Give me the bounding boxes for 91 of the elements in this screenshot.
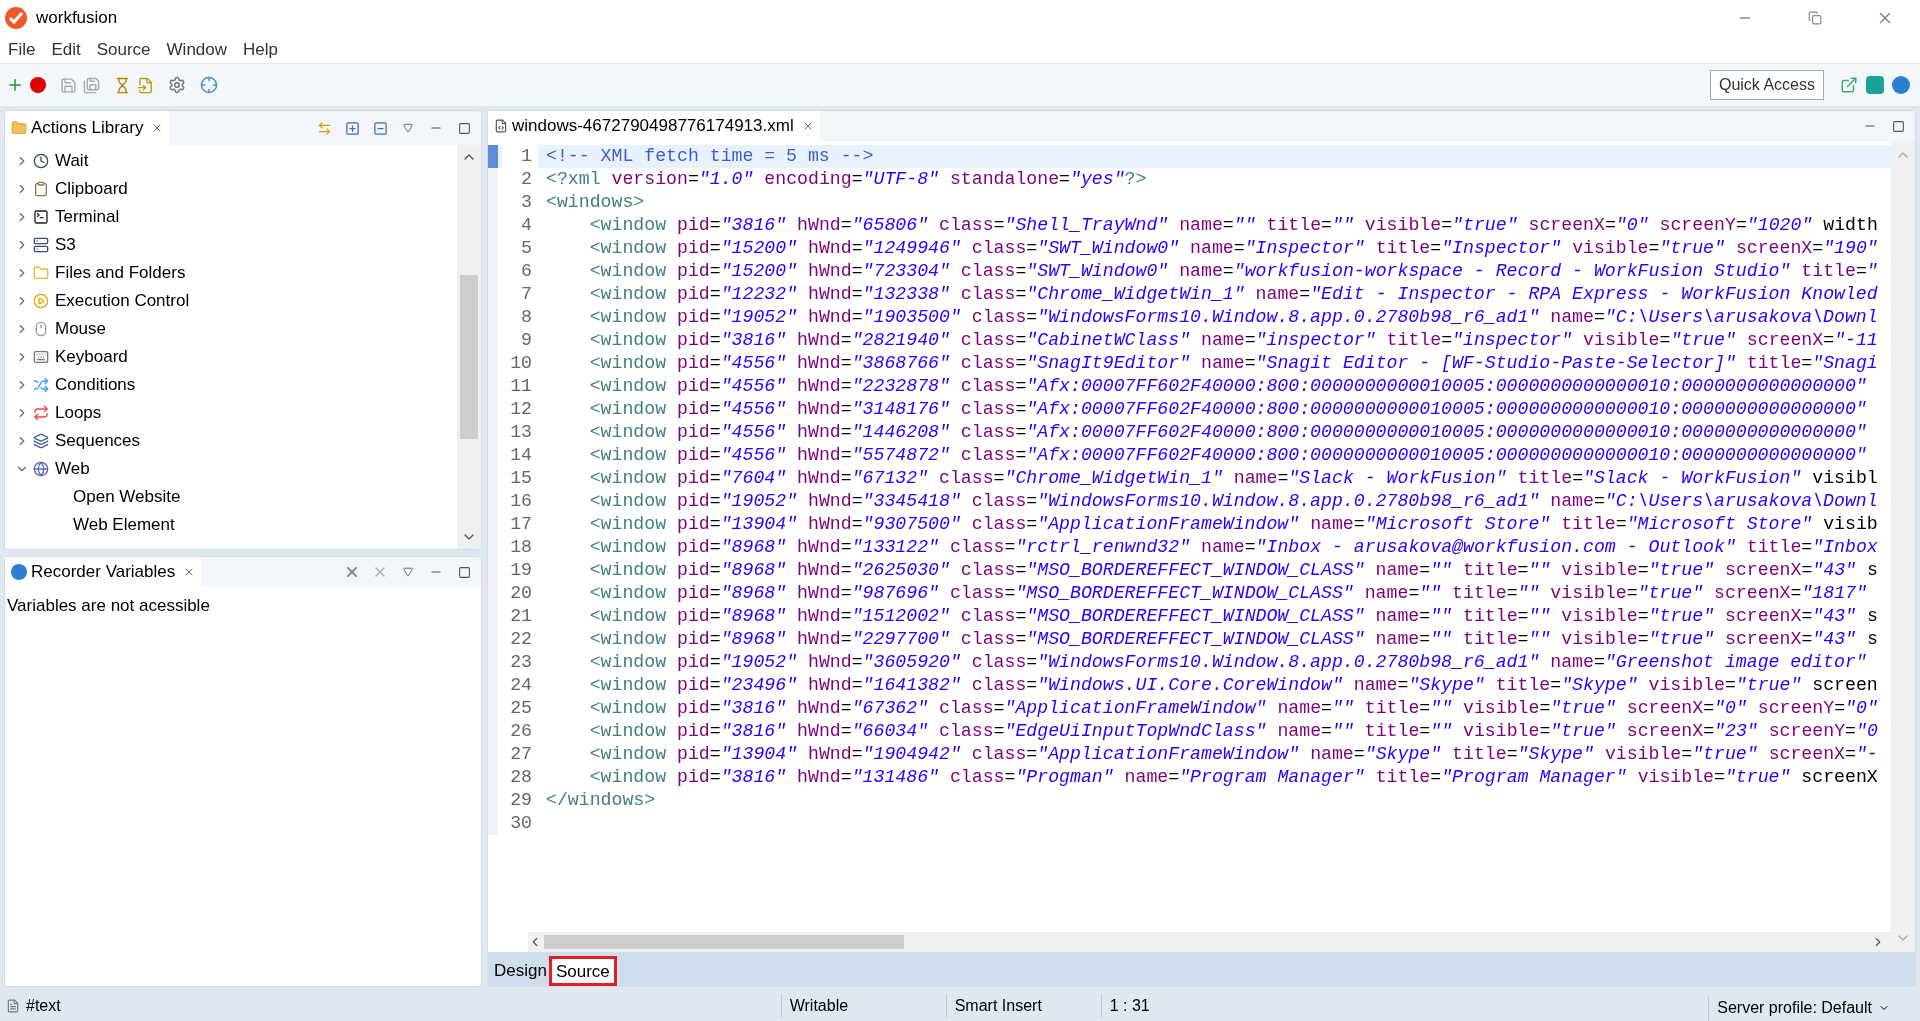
- code-line: <window pid="3816" hWnd="2821940" class="CabinetWClass" name="inspector" title="inspector" visible="true" screenX="-11: [588, 329, 1878, 352]
- record-icon[interactable]: [30, 77, 46, 93]
- tree-item[interactable]: Loops: [55, 400, 102, 426]
- code-line: <window pid="3816" hWnd="65806" class="Shell_TrayWnd" name="" title="" visible="true" screenX="0" screenY="1020" width: [588, 214, 1878, 237]
- menu-item[interactable]: Window: [166, 36, 228, 63]
- tree-item[interactable]: S3: [55, 232, 76, 258]
- code-line: <windows>: [545, 191, 645, 214]
- code-line: <window pid="13904" hWnd="9307500" class="ApplicationFrameWindow" name="Microsoft Store" title="Microsoft Store" visib: [588, 513, 1878, 536]
- expand-all-icon[interactable]: [343, 119, 361, 137]
- server-icon: [33, 237, 49, 253]
- tree-item[interactable]: Terminal: [55, 204, 120, 230]
- shuffle-icon: [33, 377, 49, 393]
- empty-message: Variables are not acessible: [7, 596, 210, 615]
- code-line: <window pid="4556" hWnd="1446208" class="Afx:00007FF602F40000:800:0000000000010005:0000000000000010:0000000000000000": [588, 421, 1867, 444]
- code-line: <window pid="19052" hWnd="3605920" class="WindowsForms10.Window.8.app.0.2780b98_r6_ad1" name="Greenshot image editor": [588, 651, 1867, 674]
- tree-item[interactable]: Web: [55, 456, 90, 482]
- app-logo: [4, 6, 28, 30]
- code-line: <window pid="19052" hWnd="3345418" class="WindowsForms10.Window.8.app.0.2780b98_r6_ad1" name="C:\Users\arusakova\Downl: [588, 490, 1878, 513]
- status-mode: Writable: [780, 994, 946, 1018]
- loop-icon: [33, 405, 49, 421]
- code-line: <window pid="4556" hWnd="3148176" class="Afx:00007FF602F40000:800:0000000000010005:0000000000000010:0000000000000000": [588, 398, 1867, 421]
- settings-icon[interactable]: [168, 76, 186, 94]
- tree-item[interactable]: Files and Folders: [55, 260, 186, 286]
- import-icon[interactable]: [137, 76, 154, 94]
- save-all-icon[interactable]: [83, 76, 100, 94]
- menu-item[interactable]: Edit: [51, 36, 81, 63]
- code-line: <window pid="4556" hWnd="5574872" class="Afx:00007FF602F40000:800:0000000000010005:0000000000000010:0000000000000000": [588, 444, 1867, 467]
- open-perspective-icon[interactable]: [1840, 76, 1858, 94]
- code-line: <window pid="19052" hWnd="1903500" class="WindowsForms10.Window.8.app.0.2780b98_r6_ad1" name="C:\Users\arusakova\Downl: [588, 306, 1878, 329]
- keyboard-icon: [33, 349, 49, 365]
- collapse-all-icon[interactable]: [371, 119, 389, 137]
- code-line: <?xml version="1.0" encoding="UTF-8" standalone="yes"?>: [545, 168, 1147, 191]
- tree-item[interactable]: Clipboard: [55, 176, 128, 202]
- target-icon[interactable]: [200, 76, 218, 94]
- folder-icon: [33, 265, 49, 281]
- menu-item[interactable]: Source: [96, 36, 151, 63]
- code-line: <window pid="3816" hWnd="131486" class="Progman" name="Program Manager" title="Program Manager" visible="true" screenX: [588, 766, 1878, 789]
- scrollbar[interactable]: [457, 145, 481, 549]
- editor-mode-tab[interactable]: Source: [548, 956, 617, 986]
- code-line: <window pid="8968" hWnd="2625030" class="MSO_BORDEREFFECT_WINDOW_CLASS" name="" title="" visible="true" screenX="43" s: [588, 559, 1878, 582]
- status-insert-mode: Smart Insert: [945, 994, 1101, 1018]
- variable-icon: [11, 564, 27, 580]
- terminal-icon: [33, 209, 49, 225]
- code-line: <window pid="8968" hWnd="1512002" class="MSO_BORDEREFFECT_WINDOW_CLASS" name="" title="" visible="true" screenX="43" s: [588, 605, 1878, 628]
- perspective-icon[interactable]: [1866, 76, 1884, 94]
- code-line: <window pid="4556" hWnd="2232878" class="Afx:00007FF602F40000:800:0000000000010005:0000000000000010:0000000000000000": [588, 375, 1867, 398]
- status-text: #text: [26, 996, 61, 1016]
- folder-icon: [11, 120, 27, 136]
- horizontal-scrollbar[interactable]: [528, 932, 1891, 952]
- editor-mode-tab[interactable]: Design: [492, 956, 549, 986]
- xml-file-icon: [494, 119, 508, 133]
- code-line: <window pid="3816" hWnd="66034" class="EdgeUiInputTopWndClass" name="" title="" visible="true" screenX="23" screenY="0: [588, 720, 1878, 743]
- code-line: <!-- XML fetch time = 5 ms -->: [545, 145, 874, 168]
- code-line: <window pid="8968" hWnd="987696" class="MSO_BORDEREFFECT_WINDOW_CLASS" name="" title="" visible="true" screenX="1817": [588, 582, 1867, 605]
- save-icon[interactable]: [60, 76, 77, 94]
- menu-item[interactable]: File: [8, 36, 36, 63]
- clipboard-icon: [33, 181, 49, 197]
- tree-item[interactable]: Conditions: [55, 372, 136, 398]
- code-line: <window pid="13904" hWnd="1904942" class="ApplicationFrameWindow" name="Skype" title="Skype" visible="true" screenX="-: [588, 743, 1878, 766]
- code-line: <window pid="15200" hWnd="723304" class="SWT_Window0" name="workfusion-workspace - Record - WorkFusion Studio" title=": [588, 260, 1878, 283]
- tree-item[interactable]: Execution Control: [55, 288, 190, 314]
- quick-access-button[interactable]: Quick Access: [1709, 70, 1824, 100]
- code-line: <window pid="23496" hWnd="1641382" class="Windows.UI.Core.CoreWindow" name="Skype" title="Skype" visible="true" screen: [588, 674, 1878, 697]
- code-line: <window pid="7604" hWnd="67132" class="Chrome_WidgetWin_1" name="Slack - WorkFusion" title="Slack - WorkFusion" visibl: [588, 467, 1878, 490]
- window-title: workfusion: [36, 7, 118, 30]
- code-line: <window pid="15200" hWnd="1249946" class="SWT_Window0" name="Inspector" title="Inspector" visible="true" screenX="190": [588, 237, 1878, 260]
- code-line: <window pid="3816" hWnd="67362" class="ApplicationFrameWindow" name="" title="" visible="true" screenX="0" screenY="0": [588, 697, 1878, 720]
- status-position: 1 : 31: [1100, 994, 1247, 1018]
- code-line: <window pid="4556" hWnd="3868766" class="SnagIt9Editor" name="Snagit Editor - [WF-Studio-Paste-Selector]" title="Snagi: [588, 352, 1878, 375]
- tree-item[interactable]: Keyboard: [55, 344, 128, 370]
- play-icon: [33, 293, 49, 309]
- code-line: <window pid="8968" hWnd="2297700" class="MSO_BORDEREFFECT_WINDOW_CLASS" name="" title="" visible="true" screenX="43" s: [588, 628, 1878, 651]
- file-icon: [6, 999, 20, 1013]
- server-profile-dropdown[interactable]: Server profile: Default: [1708, 996, 1890, 1021]
- line-number: 1: [502, 145, 538, 168]
- layers-icon: [33, 433, 49, 449]
- code-line: <window pid="8968" hWnd="133122" class="rctrl_renwnd32" name="Inbox - arusakova@workfusion.com - Outlook" title="Inbox: [588, 536, 1878, 559]
- clock-icon: [33, 153, 49, 169]
- perspective-icon[interactable]: [1892, 76, 1910, 94]
- hourglass-icon[interactable]: [114, 76, 131, 94]
- menu-item[interactable]: Help: [243, 36, 278, 63]
- mouse-icon: [33, 321, 49, 337]
- tree-item[interactable]: Sequences: [55, 428, 141, 454]
- tree-item[interactable]: Open Website: [73, 484, 181, 510]
- tree-item[interactable]: Web Element: [73, 512, 175, 538]
- new-icon[interactable]: [6, 76, 24, 94]
- code-line: </windows>: [545, 789, 656, 812]
- tree-item[interactable]: Mouse: [55, 316, 107, 342]
- globe-icon: [33, 461, 49, 477]
- tree-item[interactable]: Wait: [55, 148, 89, 174]
- code-line: <window pid="12232" hWnd="132338" class="Chrome_WidgetWin_1" name="Edit - Inspector - RPA Express - WorkFusion Knowled: [588, 283, 1878, 306]
